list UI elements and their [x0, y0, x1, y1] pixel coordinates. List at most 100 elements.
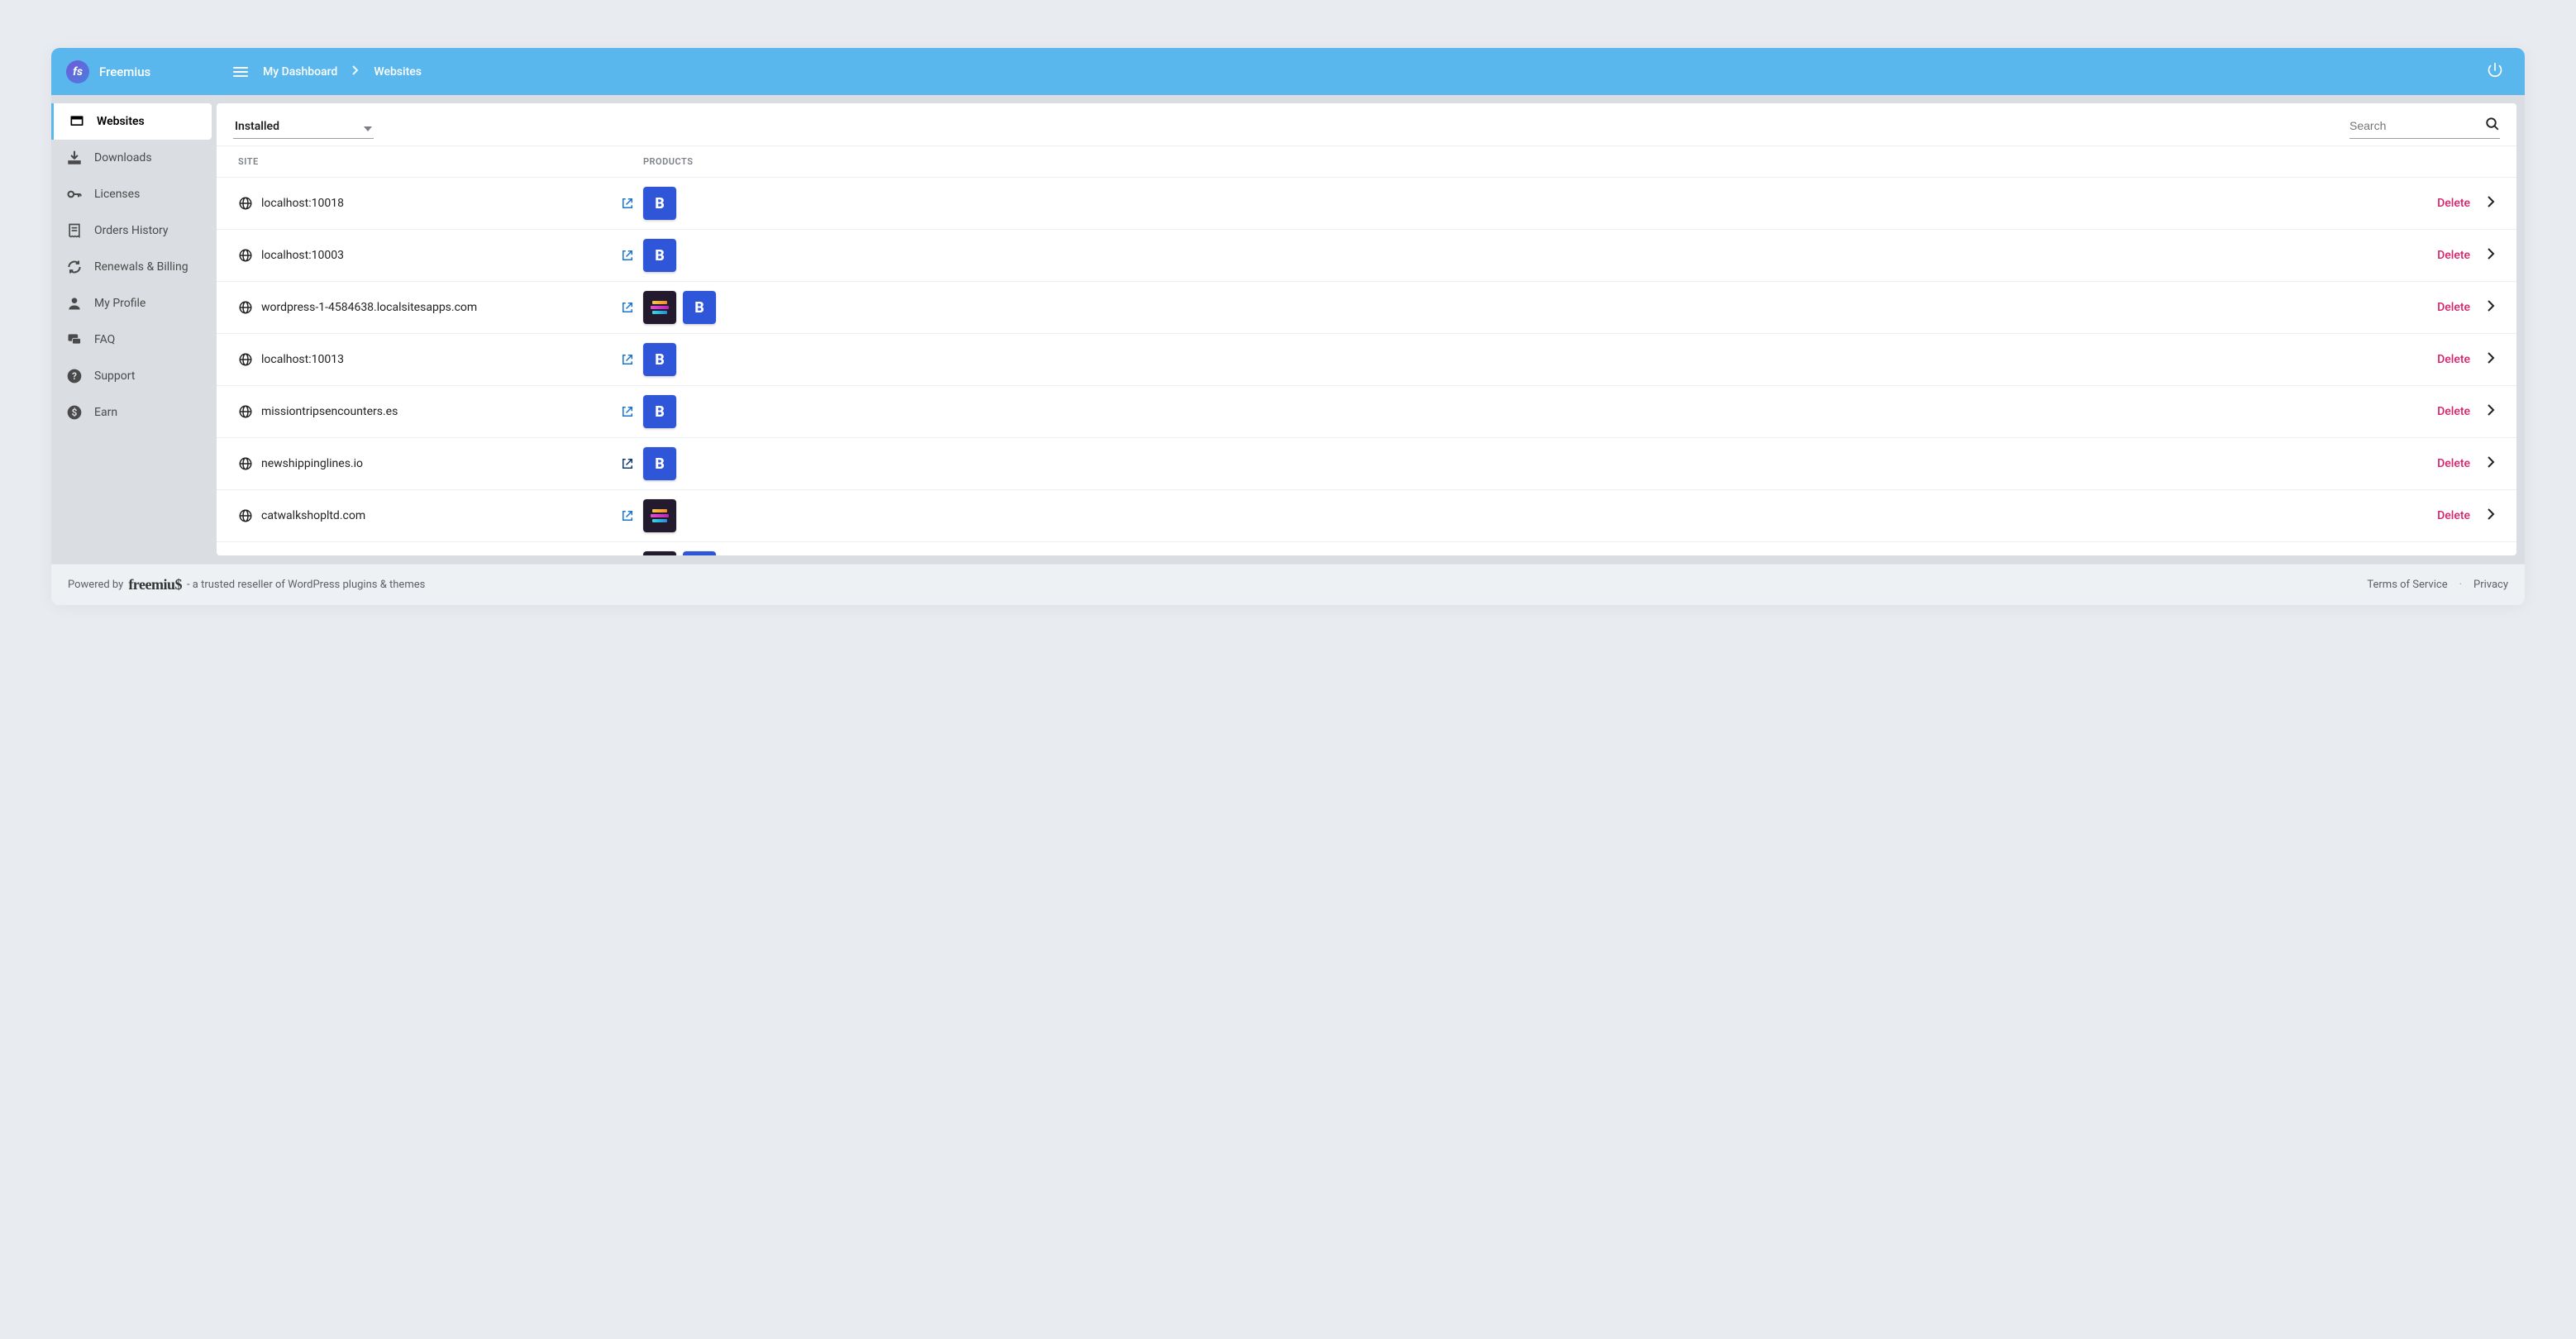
- sidebar-item-label: My Profile: [94, 297, 145, 310]
- product-tile-s[interactable]: [643, 499, 676, 532]
- sidebar-item-licenses[interactable]: Licenses: [51, 176, 217, 212]
- site-cell: catwalkshopltd.com: [238, 508, 612, 523]
- chevron-right-icon[interactable]: [2487, 195, 2495, 212]
- chevron-right-icon[interactable]: [2487, 403, 2495, 420]
- open-link-icon[interactable]: [612, 456, 643, 471]
- row-actions: Delete: [2437, 455, 2495, 472]
- sidebar-item-renewals-billing[interactable]: Renewals & Billing: [51, 249, 217, 285]
- product-tile-b[interactable]: B: [643, 187, 676, 220]
- delete-button[interactable]: Delete: [2437, 457, 2470, 470]
- delete-button[interactable]: Delete: [2437, 509, 2470, 522]
- site-cell: localhost:10003: [238, 248, 612, 263]
- power-icon[interactable]: [2487, 62, 2503, 82]
- site-cell: localhost:10018: [238, 196, 612, 211]
- globe-icon: [238, 196, 253, 211]
- chevron-right-icon[interactable]: [2487, 299, 2495, 316]
- filter-label: Installed: [235, 120, 279, 133]
- site-cell: localhost:10013: [238, 352, 612, 367]
- search-icon[interactable]: [2485, 117, 2500, 135]
- logo-icon: fs: [66, 60, 89, 83]
- delete-button[interactable]: Delete: [2437, 405, 2470, 418]
- table-row[interactable]: localhost:10013 B Delete: [217, 333, 2516, 385]
- col-products-header: PRODUCTS: [643, 156, 693, 167]
- delete-button[interactable]: Delete: [2437, 301, 2470, 314]
- table-row[interactable]: catwalkshopltd.com Delete: [217, 489, 2516, 541]
- product-tile-b[interactable]: B: [643, 239, 676, 272]
- site-url: localhost:10018: [261, 197, 344, 210]
- sidebar-item-faq[interactable]: FAQ: [51, 322, 217, 358]
- brand-name: Freemius: [99, 64, 150, 79]
- row-actions: Delete: [2437, 247, 2495, 264]
- open-link-icon[interactable]: [612, 508, 643, 523]
- sidebar-item-my-profile[interactable]: My Profile: [51, 285, 217, 322]
- brand[interactable]: fs Freemius: [51, 60, 233, 83]
- main-panel: Installed SITE PRODUCTS localhost:10018B…: [217, 103, 2516, 555]
- open-link-icon[interactable]: [612, 404, 643, 419]
- search-input[interactable]: [2349, 119, 2473, 132]
- table-row[interactable]: localhost:10018 B Delete: [217, 177, 2516, 229]
- sidebar-item-label: Support: [94, 369, 135, 383]
- footer-right: Terms of Service · Privacy: [2367, 579, 2508, 591]
- site-cell: missiontripsencounters.es: [238, 404, 612, 419]
- svg-text:?: ?: [72, 370, 77, 382]
- chevron-right-icon[interactable]: [2487, 507, 2495, 524]
- site-cell: newshippinglines.io: [238, 456, 612, 471]
- open-link-icon[interactable]: [612, 196, 643, 211]
- product-tile-b[interactable]: B: [643, 395, 676, 428]
- product-tile-b[interactable]: B: [683, 291, 716, 324]
- globe-icon: [238, 404, 253, 419]
- product-tile-s[interactable]: [643, 551, 676, 555]
- filter-dropdown[interactable]: Installed: [233, 114, 374, 139]
- open-link-icon[interactable]: [612, 300, 643, 315]
- open-link-icon[interactable]: [612, 248, 643, 263]
- open-link-icon[interactable]: [612, 352, 643, 367]
- chevron-right-icon[interactable]: [2487, 351, 2495, 368]
- product-tile-b[interactable]: B: [643, 343, 676, 376]
- sidebar-item-label: Renewals & Billing: [94, 260, 188, 274]
- breadcrumb-dashboard[interactable]: My Dashboard: [263, 65, 337, 79]
- sidebar-item-orders-history[interactable]: Orders History: [51, 212, 217, 249]
- product-tile-b[interactable]: B: [683, 551, 716, 555]
- delete-button[interactable]: Delete: [2437, 249, 2470, 262]
- search-box[interactable]: [2349, 113, 2500, 139]
- chevron-right-icon[interactable]: [2487, 455, 2495, 472]
- sidebar-item-websites[interactable]: Websites: [51, 103, 212, 140]
- header-nav: My Dashboard Websites: [233, 65, 422, 79]
- sidebar: Websites Downloads Licenses Orders History R…: [51, 95, 217, 564]
- sidebar-item-support[interactable]: ? Support: [51, 358, 217, 394]
- sidebar-item-label: Orders History: [94, 224, 169, 237]
- sidebar-item-label: Licenses: [94, 188, 140, 201]
- products-cell: B: [643, 395, 2437, 428]
- separator-dot: ·: [2459, 579, 2462, 591]
- site-url: wordpress-1-4584638.localsitesapps.com: [261, 301, 477, 314]
- dollar-icon: $: [66, 404, 83, 421]
- delete-button[interactable]: Delete: [2437, 353, 2470, 366]
- product-tile-b[interactable]: B: [643, 447, 676, 480]
- sync-icon: [66, 259, 83, 275]
- sidebar-item-label: Websites: [97, 115, 145, 128]
- privacy-link[interactable]: Privacy: [2473, 579, 2508, 591]
- table-row[interactable]: coastline-v3.localBDelete: [217, 541, 2516, 555]
- site-url: localhost:10013: [261, 353, 344, 366]
- powered-by-label: Powered by: [68, 579, 123, 591]
- products-cell: B: [643, 447, 2437, 480]
- globe-icon: [238, 352, 253, 367]
- product-tile-s[interactable]: [643, 291, 676, 324]
- chevron-right-icon: [352, 65, 359, 79]
- globe-icon: [238, 300, 253, 315]
- globe-icon: [238, 456, 253, 471]
- sidebar-item-downloads[interactable]: Downloads: [51, 140, 217, 176]
- table-row[interactable]: localhost:10003 B Delete: [217, 229, 2516, 281]
- row-actions: Delete: [2437, 195, 2495, 212]
- footer-tagline: - a trusted reseller of WordPress plugin…: [187, 579, 425, 591]
- table-row[interactable]: newshippinglines.io B Delete: [217, 437, 2516, 489]
- row-actions: Delete: [2437, 299, 2495, 316]
- menu-icon[interactable]: [233, 67, 248, 77]
- chevron-right-icon[interactable]: [2487, 247, 2495, 264]
- table-row[interactable]: missiontripsencounters.es B Delete: [217, 385, 2516, 437]
- table-row[interactable]: wordpress-1-4584638.localsitesapps.com B D…: [217, 281, 2516, 333]
- sidebar-item-earn[interactable]: $Earn: [51, 394, 217, 431]
- delete-button[interactable]: Delete: [2437, 197, 2470, 210]
- tos-link[interactable]: Terms of Service: [2367, 579, 2447, 591]
- site-cell: wordpress-1-4584638.localsitesapps.com: [238, 300, 612, 315]
